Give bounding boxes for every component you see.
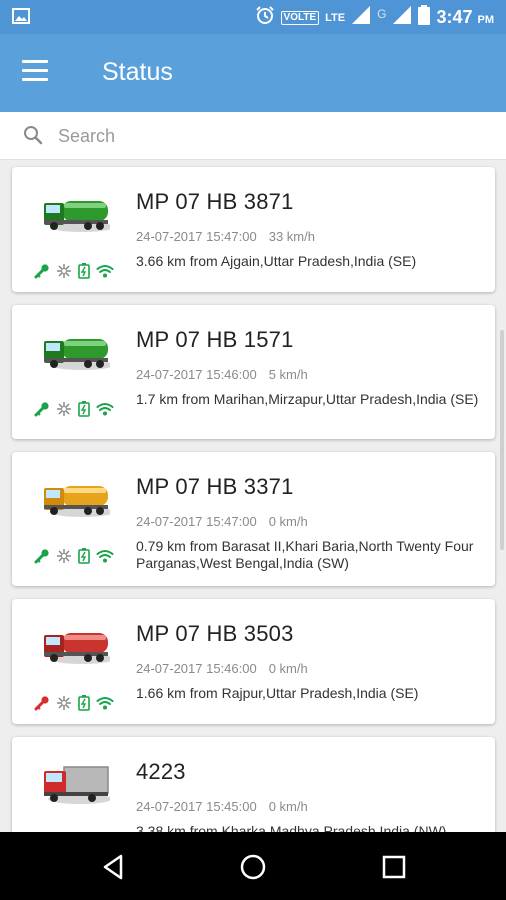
vehicle-card[interactable]: MP 07 HB 3871 24-07-2017 15:47:00 33 km/h… [12, 167, 495, 292]
search-icon [22, 124, 44, 151]
vehicle-card[interactable]: MP 07 HB 3503 24-07-2017 15:46:00 0 km/h … [12, 599, 495, 724]
location-text: 3.66 km from Ajgain,Uttar Pradesh,India … [136, 253, 417, 269]
volte-badge: VOLTE [280, 10, 320, 25]
vehicle-meta: 24-07-2017 15:47:00 0 km/h [136, 514, 308, 529]
home-icon[interactable] [238, 852, 268, 882]
vehicle-number: MP 07 HB 1571 [136, 327, 294, 352]
speed: 33 km/h [268, 229, 315, 244]
location-text: 1.7 km from Marihan,Mirzapur,Uttar Prade… [136, 391, 479, 407]
vehicle-meta: 24-07-2017 15:46:00 5 km/h [136, 367, 308, 382]
battery-status-icon [78, 548, 90, 564]
vehicle-card[interactable]: 4223 24-07-2017 15:45:00 0 km/h 3.38 km f… [12, 737, 495, 832]
speed: 0 km/h [268, 514, 308, 529]
green-tanker-truck-icon [44, 201, 110, 232]
location-text: 3.38 km from Kharka,Madhya Pradesh,India… [136, 823, 447, 832]
vehicle-number: 4223 [136, 759, 186, 784]
speed: 5 km/h [268, 367, 308, 382]
red-box-truck-icon [44, 766, 110, 804]
search-bar [0, 112, 506, 160]
gps-signal-icon [96, 550, 114, 563]
back-icon[interactable] [99, 852, 129, 882]
speed: 0 km/h [268, 799, 308, 814]
timestamp: 24-07-2017 15:46:00 [136, 367, 257, 382]
battery-status-icon [78, 263, 90, 279]
vehicle-meta: 24-07-2017 15:47:00 33 km/h [136, 229, 315, 244]
battery-status-icon [78, 401, 90, 417]
gps-signal-icon [96, 403, 114, 416]
ignition-key-icon [34, 264, 49, 279]
timestamp: 24-07-2017 15:45:00 [136, 799, 257, 814]
battery-status-icon [78, 695, 90, 711]
app-bar: Status [0, 34, 506, 112]
speed: 0 km/h [268, 661, 308, 676]
green-tanker-truck-icon [44, 339, 110, 370]
yellow-tanker-truck-icon [44, 486, 110, 517]
alarm-icon [255, 5, 275, 30]
vehicle-meta: 24-07-2017 15:45:00 0 km/h [136, 799, 308, 814]
vehicle-number: MP 07 HB 3371 [136, 474, 294, 499]
ac-snowflake-icon [57, 264, 71, 278]
ac-snowflake-icon [57, 402, 71, 416]
signal-2-icon [392, 5, 412, 30]
gps-signal-icon [96, 265, 114, 278]
vehicle-number: MP 07 HB 3871 [136, 189, 294, 214]
page-title: Status [102, 58, 173, 86]
location-text: 0.79 km from Barasat II,Khari Baria,Nort… [136, 538, 474, 571]
timestamp: 24-07-2017 15:47:00 [136, 514, 257, 529]
timestamp: 24-07-2017 15:47:00 [136, 229, 257, 244]
ignition-key-icon [34, 549, 49, 564]
lte-indicator: LTE [325, 11, 346, 24]
menu-icon[interactable] [22, 60, 52, 86]
status-bar: VOLTE LTE G 3:47 PM [0, 0, 506, 34]
system-nav-bar [0, 832, 506, 900]
ac-snowflake-icon [57, 549, 71, 563]
ignition-key-icon [34, 402, 49, 417]
red-tanker-truck-icon [44, 633, 110, 664]
battery-icon [418, 5, 431, 30]
vehicle-meta: 24-07-2017 15:46:00 0 km/h [136, 661, 308, 676]
signal-icon [351, 5, 371, 30]
vehicle-list: MP 07 HB 3871 24-07-2017 15:47:00 33 km/h… [0, 160, 506, 832]
ignition-key-icon [34, 696, 49, 711]
search-input[interactable] [58, 122, 478, 150]
g-network-indicator: G [377, 6, 387, 21]
gps-signal-icon [96, 697, 114, 710]
clock: 3:47 PM [436, 7, 494, 27]
vehicle-card[interactable]: MP 07 HB 3371 24-07-2017 15:47:00 0 km/h … [12, 452, 495, 586]
vehicle-card[interactable]: MP 07 HB 1571 24-07-2017 15:46:00 5 km/h … [12, 305, 495, 439]
location-text: 1.66 km from Rajpur,Uttar Pradesh,India … [136, 685, 419, 701]
gallery-notification-icon [12, 8, 30, 29]
scrollbar[interactable] [500, 330, 504, 550]
vehicle-number: MP 07 HB 3503 [136, 621, 294, 646]
recent-apps-icon[interactable] [379, 852, 409, 882]
ac-snowflake-icon [57, 696, 71, 710]
timestamp: 24-07-2017 15:46:00 [136, 661, 257, 676]
